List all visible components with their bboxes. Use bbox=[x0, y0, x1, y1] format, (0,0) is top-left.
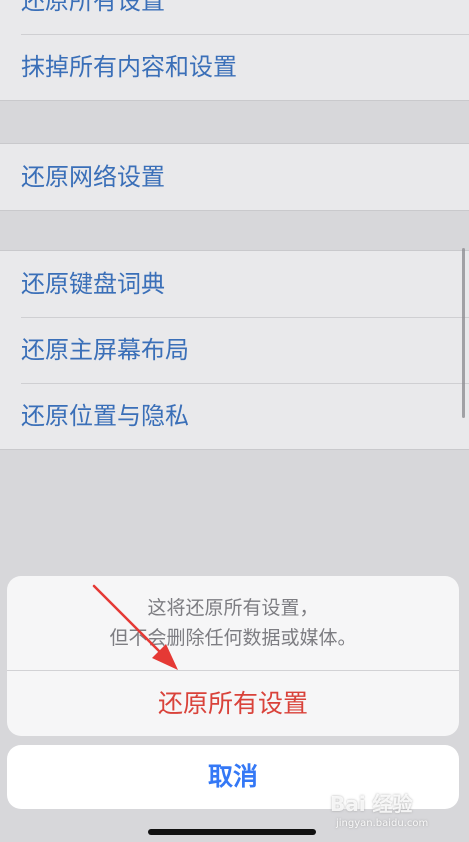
reset-group-3: 还原键盘词典 还原主屏幕布局 还原位置与隐私 bbox=[0, 250, 469, 450]
reset-group-2: 还原网络设置 bbox=[0, 143, 469, 211]
baidu-watermark: Bai 经验 jingyan.baidu.com bbox=[330, 788, 460, 834]
reset-all-settings-label: 还原所有设置 bbox=[21, 0, 165, 15]
erase-all-content-label: 抹掉所有内容和设置 bbox=[21, 53, 237, 81]
action-sheet-message-line-1: 这将还原所有设置， bbox=[147, 597, 319, 619]
reset-location-privacy-row[interactable]: 还原位置与隐私 bbox=[0, 383, 469, 449]
home-indicator[interactable] bbox=[148, 829, 316, 835]
scrollbar[interactable] bbox=[462, 248, 465, 418]
reset-network-settings-row[interactable]: 还原网络设置 bbox=[0, 144, 469, 210]
reset-all-settings-row[interactable]: 还原所有设置 bbox=[0, 0, 469, 34]
reset-home-screen-layout-row[interactable]: 还原主屏幕布局 bbox=[0, 317, 469, 383]
baidu-logo: Bai 经验 bbox=[330, 792, 413, 816]
reset-network-settings-label: 还原网络设置 bbox=[21, 163, 165, 191]
action-sheet: 这将还原所有设置， 但不会删除任何数据或媒体。 还原所有设置 bbox=[7, 576, 459, 736]
reset-keyboard-dictionary-label: 还原键盘词典 bbox=[21, 270, 165, 298]
reset-home-screen-layout-label: 还原主屏幕布局 bbox=[21, 336, 189, 364]
erase-all-content-row[interactable]: 抹掉所有内容和设置 bbox=[0, 34, 469, 100]
action-sheet-message: 这将还原所有设置， 但不会删除任何数据或媒体。 bbox=[7, 576, 459, 671]
reset-group-1: 还原所有设置 抹掉所有内容和设置 bbox=[0, 0, 469, 101]
watermark-url: jingyan.baidu.com bbox=[336, 818, 429, 829]
action-sheet-message-line-2: 但不会删除任何数据或媒体。 bbox=[109, 627, 357, 649]
reset-all-settings-confirm-button[interactable]: 还原所有设置 bbox=[7, 671, 459, 736]
reset-keyboard-dictionary-row[interactable]: 还原键盘词典 bbox=[0, 251, 469, 317]
settings-screen: 还原所有设置 抹掉所有内容和设置 还原网络设置 还原键盘词典 还原主屏幕布局 还… bbox=[0, 0, 469, 842]
reset-location-privacy-label: 还原位置与隐私 bbox=[21, 402, 189, 430]
